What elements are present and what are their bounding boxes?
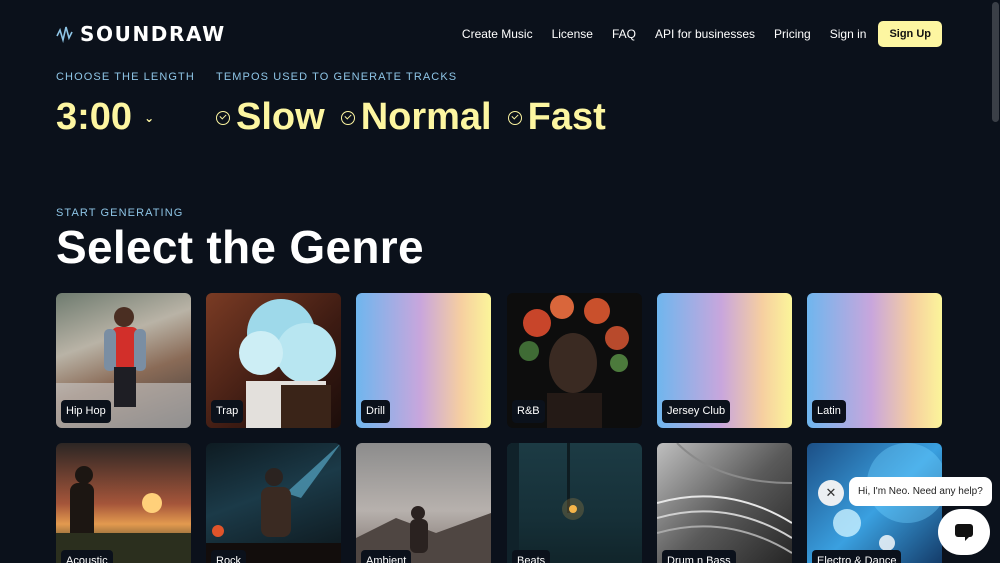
- genre-card-drum-n-bass[interactable]: Drum n Bass: [657, 443, 792, 563]
- tempo-label: Slow: [236, 96, 325, 138]
- genre-label: Electro & Dance: [812, 550, 902, 563]
- nav-api[interactable]: API for businesses: [655, 27, 755, 41]
- genre-label: Ambient: [361, 550, 412, 563]
- genre-card-rock[interactable]: Rock: [206, 443, 341, 563]
- chat-open-button[interactable]: [938, 509, 990, 555]
- photo-desert-woman-icon: [356, 506, 491, 563]
- main-nav: Create Music License FAQ API for busines…: [462, 21, 942, 47]
- genre-eyebrow: START GENERATING: [56, 207, 184, 219]
- header: SOUNDRAW Create Music License FAQ API fo…: [0, 0, 1000, 68]
- genre-card-ambient[interactable]: Ambient: [356, 443, 491, 563]
- tempo-slow[interactable]: Slow: [216, 96, 325, 139]
- tempo-eyebrow: TEMPOS USED TO GENERATE TRACKS: [216, 71, 458, 83]
- chevron-down-icon: ⌄: [144, 110, 155, 125]
- chat-greeting[interactable]: Hi, I'm Neo. Need any help?: [849, 477, 992, 506]
- logo-text: SOUNDRAW: [80, 22, 226, 46]
- check-circle-icon: [340, 110, 355, 125]
- nav-license[interactable]: License: [552, 27, 593, 41]
- genre-label: Trap: [211, 400, 244, 423]
- length-eyebrow: CHOOSE THE LENGTH: [56, 71, 195, 83]
- genre-label: Latin: [812, 400, 846, 423]
- photo-concert-icon: [206, 443, 341, 563]
- tempo-label: Normal: [360, 96, 492, 138]
- photo-foggy-street-icon: [507, 443, 584, 563]
- length-dropdown[interactable]: 3:00 ⌄: [56, 96, 154, 139]
- genre-card-rnb[interactable]: R&B: [507, 293, 642, 428]
- photo-sunset-guitarist-icon: [56, 466, 191, 563]
- genre-card-beats[interactable]: Beats: [507, 443, 642, 563]
- chat-bubble-icon: [955, 524, 973, 541]
- genre-card-hip-hop[interactable]: Hip Hop: [56, 293, 191, 428]
- genre-label: Hip Hop: [61, 400, 111, 423]
- chat-close-button[interactable]: ✕: [818, 480, 844, 506]
- length-value: 3:00: [56, 96, 133, 138]
- nav-sign-in[interactable]: Sign in: [830, 27, 867, 41]
- check-circle-icon: [216, 110, 230, 125]
- genre-card-acoustic[interactable]: Acoustic: [56, 443, 191, 563]
- logo[interactable]: SOUNDRAW: [56, 20, 226, 48]
- sign-up-button[interactable]: Sign Up: [878, 21, 942, 47]
- genre-label: R&B: [512, 400, 545, 423]
- genre-label: Drum n Bass: [662, 550, 736, 563]
- scrollbar[interactable]: [990, 0, 1000, 563]
- scrollbar-thumb[interactable]: [992, 2, 999, 122]
- nav-pricing[interactable]: Pricing: [774, 27, 811, 41]
- genre-card-drill[interactable]: Drill: [356, 293, 491, 428]
- genre-label: Rock: [211, 550, 247, 563]
- genre-label: Drill: [361, 400, 390, 423]
- nav-faq[interactable]: FAQ: [612, 27, 636, 41]
- tempo-normal[interactable]: Normal: [340, 96, 492, 139]
- nav-create-music[interactable]: Create Music: [462, 27, 533, 41]
- tempo-label: Fast: [527, 96, 606, 138]
- genre-label: Acoustic: [61, 550, 113, 563]
- photo-bw-architecture-icon: [657, 443, 792, 554]
- genre-card-trap[interactable]: Trap: [206, 293, 341, 428]
- genre-card-latin[interactable]: Latin: [807, 293, 942, 428]
- genre-label: Jersey Club: [662, 400, 731, 423]
- check-circle-icon: [507, 110, 522, 125]
- genre-card-jersey-club[interactable]: Jersey Club: [657, 293, 792, 428]
- tempo-options: Slow Normal Fast: [216, 96, 622, 139]
- genre-label: Beats: [512, 550, 551, 563]
- waveform-logo-icon: [56, 26, 73, 44]
- tempo-fast[interactable]: Fast: [507, 96, 606, 139]
- page-title: Select the Genre: [56, 221, 424, 273]
